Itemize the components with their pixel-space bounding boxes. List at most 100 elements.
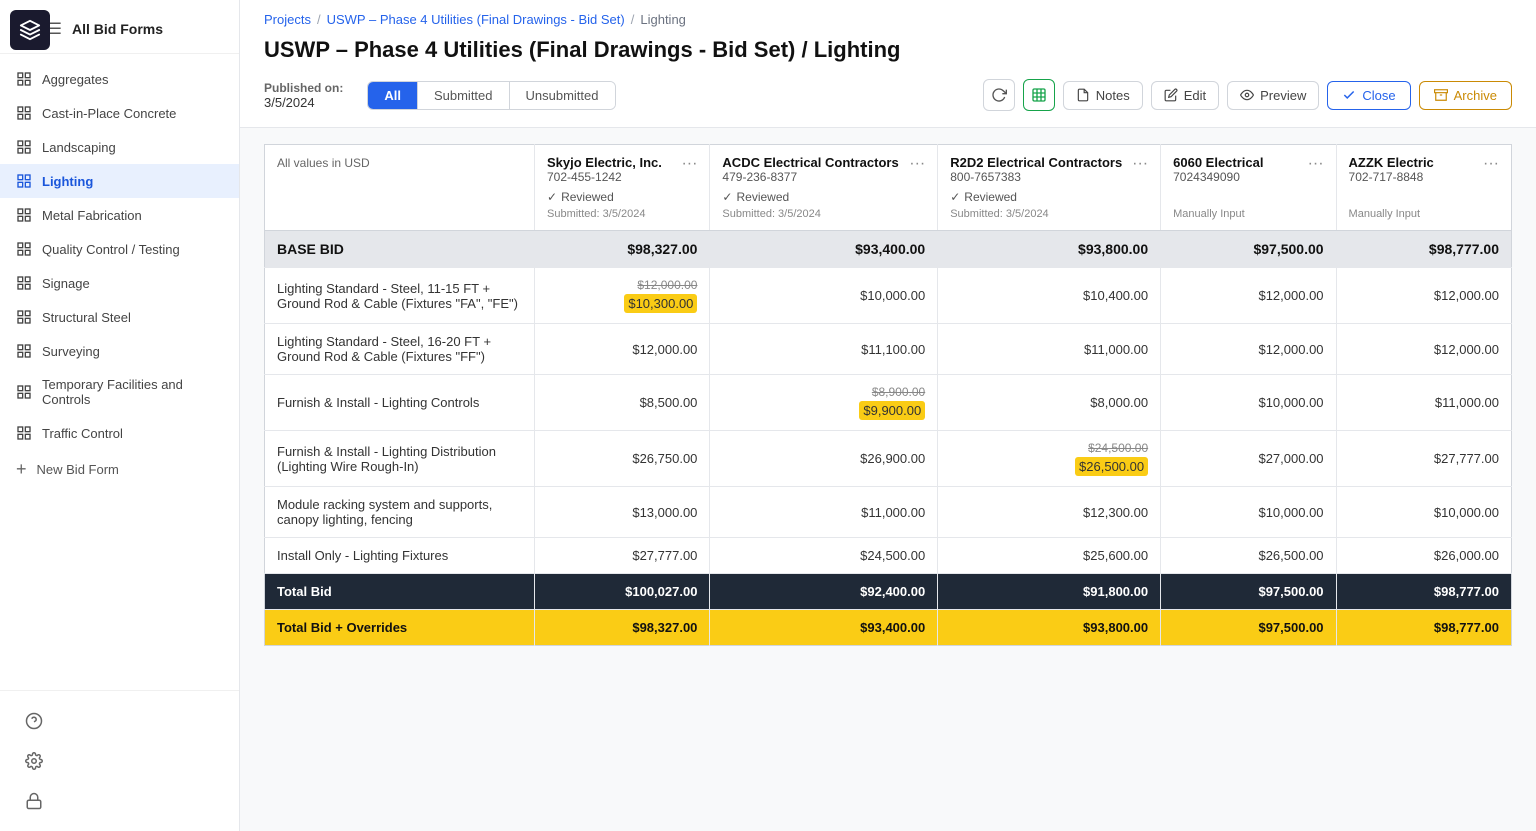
settings-icon[interactable] bbox=[16, 743, 52, 779]
preview-button[interactable]: Preview bbox=[1227, 81, 1319, 110]
sidebar-item-landscaping[interactable]: Landscaping bbox=[0, 130, 239, 164]
vendor-more-btn[interactable]: ··· bbox=[681, 155, 697, 173]
sidebar-item-lighting[interactable]: Lighting bbox=[0, 164, 239, 198]
filter-tabs: AllSubmittedUnsubmitted bbox=[367, 81, 615, 110]
table-row: Module racking system and supports, cano… bbox=[265, 487, 1512, 538]
published-label: Published on: bbox=[264, 81, 343, 95]
vendor-more-btn[interactable]: ··· bbox=[1308, 155, 1324, 173]
line-item-value-2-2: $8,000.00 bbox=[938, 375, 1161, 431]
nav-item-label: Surveying bbox=[42, 344, 100, 359]
table-row: Install Only - Lighting Fixtures$27,777.… bbox=[265, 538, 1512, 574]
breadcrumb-projects[interactable]: Projects bbox=[264, 12, 311, 27]
export-button[interactable] bbox=[1023, 79, 1055, 111]
line-item-value-4-0: $13,000.00 bbox=[535, 487, 710, 538]
grid-icon bbox=[16, 275, 32, 291]
line-item-value-3-4: $27,777.00 bbox=[1336, 431, 1511, 487]
help-icon[interactable] bbox=[16, 703, 52, 739]
vendor-submitted: Submitted: 3/5/2024 bbox=[950, 208, 1148, 220]
nav-item-label: Structural Steel bbox=[42, 310, 131, 325]
close-button[interactable]: Close bbox=[1327, 81, 1410, 110]
check-icon: ✓ bbox=[722, 190, 732, 204]
all-bid-forms-label: All Bid Forms bbox=[72, 21, 163, 37]
grid-icon bbox=[16, 139, 32, 155]
bid-table: All values in USD ···Skyjo Electric, Inc… bbox=[264, 144, 1512, 646]
total-overrides-value-1: $93,400.00 bbox=[710, 610, 938, 646]
total-overrides-row: Total Bid + Overrides$98,327.00$93,400.0… bbox=[265, 610, 1512, 646]
total-bid-row: Total Bid$100,027.00$92,400.00$91,800.00… bbox=[265, 574, 1512, 610]
total-overrides-label: Total Bid + Overrides bbox=[265, 610, 535, 646]
table-header-row: All values in USD ···Skyjo Electric, Inc… bbox=[265, 145, 1512, 231]
vendor-more-btn[interactable]: ··· bbox=[1132, 155, 1148, 173]
base-bid-value-4: $98,777.00 bbox=[1336, 231, 1511, 268]
line-item-value-1-4: $12,000.00 bbox=[1336, 324, 1511, 375]
published-date: 3/5/2024 bbox=[264, 95, 343, 110]
notes-button[interactable]: Notes bbox=[1063, 81, 1143, 110]
line-item-value-2-3: $10,000.00 bbox=[1161, 375, 1336, 431]
total-overrides-value-0: $98,327.00 bbox=[535, 610, 710, 646]
lock-icon[interactable] bbox=[16, 783, 52, 819]
base-bid-value-1: $93,400.00 bbox=[710, 231, 938, 268]
refresh-button[interactable] bbox=[983, 79, 1015, 111]
nav-item-label: Aggregates bbox=[42, 72, 109, 87]
grid-icon bbox=[16, 105, 32, 121]
header-actions: Notes Edit Preview Close Archive bbox=[983, 79, 1512, 111]
line-item-label-2: Furnish & Install - Lighting Controls bbox=[265, 375, 535, 431]
grid-icon bbox=[16, 71, 32, 87]
sidebar-item-metal-fabrication[interactable]: Metal Fabrication bbox=[0, 198, 239, 232]
app-logo[interactable] bbox=[10, 10, 50, 50]
table-row: Lighting Standard - Steel, 11-15 FT + Gr… bbox=[265, 268, 1512, 324]
sidebar-item-structural-steel[interactable]: Structural Steel bbox=[0, 300, 239, 334]
vendor-phone: 800-7657383 bbox=[950, 170, 1148, 184]
nav-item-label: Landscaping bbox=[42, 140, 116, 155]
vendor-submitted: Submitted: 3/5/2024 bbox=[722, 208, 925, 220]
edit-button[interactable]: Edit bbox=[1151, 81, 1219, 110]
table-row: Furnish & Install - Lighting Controls $8,… bbox=[265, 375, 1512, 431]
filter-tab-submitted[interactable]: Submitted bbox=[418, 82, 510, 109]
nav-item-label: Signage bbox=[42, 276, 90, 291]
sidebar-item-quality-control[interactable]: Quality Control / Testing bbox=[0, 232, 239, 266]
vendor-more-btn[interactable]: ··· bbox=[1483, 155, 1499, 173]
nav-item-label: Temporary Facilities and Controls bbox=[42, 377, 223, 407]
breadcrumb-sep2: / bbox=[631, 12, 635, 27]
sidebar-item-surveying[interactable]: Surveying bbox=[0, 334, 239, 368]
sidebar-header: ☰ All Bid Forms bbox=[0, 0, 239, 54]
line-item-value-4-3: $10,000.00 bbox=[1161, 487, 1336, 538]
base-bid-value-3: $97,500.00 bbox=[1161, 231, 1336, 268]
vendor-header-2: ···R2D2 Electrical Contractors800-765738… bbox=[938, 145, 1161, 231]
filter-tab-all[interactable]: All bbox=[368, 82, 418, 109]
vendor-name: AZZK Electric bbox=[1349, 155, 1499, 170]
sidebar-bottom bbox=[0, 690, 239, 831]
sidebar-item-temp-facilities[interactable]: Temporary Facilities and Controls bbox=[0, 368, 239, 416]
line-item-value-3-3: $27,000.00 bbox=[1161, 431, 1336, 487]
page-title: USWP – Phase 4 Utilities (Final Drawings… bbox=[264, 37, 1512, 63]
vendor-more-btn[interactable]: ··· bbox=[909, 155, 925, 173]
sidebar-item-aggregates[interactable]: Aggregates bbox=[0, 62, 239, 96]
nav-item-label: Lighting bbox=[42, 174, 93, 189]
total-bid-value-3: $97,500.00 bbox=[1161, 574, 1336, 610]
check-icon: ✓ bbox=[547, 190, 557, 204]
breadcrumb-sep1: / bbox=[317, 12, 321, 27]
line-item-label-4: Module racking system and supports, cano… bbox=[265, 487, 535, 538]
sidebar-item-signage[interactable]: Signage bbox=[0, 266, 239, 300]
total-overrides-value-4: $98,777.00 bbox=[1336, 610, 1511, 646]
total-bid-label: Total Bid bbox=[265, 574, 535, 610]
sidebar-item-traffic-control[interactable]: Traffic Control bbox=[0, 416, 239, 450]
breadcrumb-project[interactable]: USWP – Phase 4 Utilities (Final Drawings… bbox=[327, 12, 625, 27]
table-row: Lighting Standard - Steel, 16-20 FT + Gr… bbox=[265, 324, 1512, 375]
line-item-value-5-0: $27,777.00 bbox=[535, 538, 710, 574]
line-item-value-1-0: $12,000.00 bbox=[535, 324, 710, 375]
archive-button[interactable]: Archive bbox=[1419, 81, 1512, 110]
nav-item-label: Cast-in-Place Concrete bbox=[42, 106, 176, 121]
vendor-phone: 7024349090 bbox=[1173, 170, 1323, 184]
breadcrumb: Projects / USWP – Phase 4 Utilities (Fin… bbox=[264, 12, 1512, 27]
sidebar-item-cast-in-place[interactable]: Cast-in-Place Concrete bbox=[0, 96, 239, 130]
line-item-value-3-2: $24,500.00$26,500.00 bbox=[938, 431, 1161, 487]
archive-label: Archive bbox=[1454, 88, 1497, 103]
grid-icon bbox=[16, 343, 32, 359]
total-bid-value-2: $91,800.00 bbox=[938, 574, 1161, 610]
line-item-value-4-4: $10,000.00 bbox=[1336, 487, 1511, 538]
new-bid-form-button[interactable]: +New Bid Form bbox=[0, 450, 239, 489]
line-item-label-5: Install Only - Lighting Fixtures bbox=[265, 538, 535, 574]
filter-tab-unsubmitted[interactable]: Unsubmitted bbox=[510, 82, 615, 109]
vendor-manual: Manually Input bbox=[1349, 208, 1499, 220]
